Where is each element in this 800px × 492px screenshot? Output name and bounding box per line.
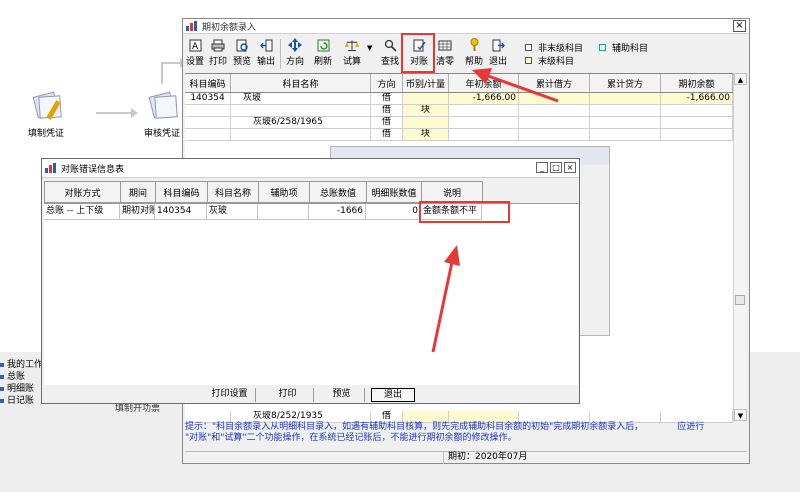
flow-line-up [161, 62, 163, 84]
clear-icon [438, 38, 452, 52]
preview-button[interactable]: 预览 [319, 388, 365, 402]
maximize-icon[interactable]: □ [550, 162, 562, 173]
legend-non-leaf: 非末级科目 [525, 41, 583, 54]
note-highlight [419, 201, 510, 223]
side-links: 我的工作 总账 明细账 日记账 [0, 359, 43, 407]
bullet-icon [0, 362, 4, 367]
clear-button[interactable]: 清零 [434, 38, 456, 67]
close-icon[interactable]: × [733, 20, 746, 32]
flow-arrow-right [96, 108, 138, 118]
table-row[interactable]: 140354 灰玻 借 -1,666.00 -1,666.00 [185, 93, 733, 105]
legend-leaf: 末级科目 [525, 54, 574, 67]
settings-icon: A [188, 38, 202, 52]
bullet-icon [0, 398, 4, 403]
dialog-title: 对账错误信息表 [61, 164, 125, 175]
refresh-icon [316, 38, 330, 52]
error-table-header: 对账方式 期间 科目编码 科目名称 辅助项 总账数值 明细账数值 说明 [44, 181, 483, 203]
legend-auxiliary: 辅助科目 [599, 41, 648, 54]
col-header[interactable]: 说明 [421, 181, 483, 203]
col-header[interactable]: 科目名称 [207, 181, 259, 203]
dialog-titlebar[interactable]: 对账错误信息表 _ □ × [42, 159, 579, 178]
legend-swatch [599, 44, 606, 51]
app-bar-chart-icon [186, 21, 198, 31]
legend-swatch [525, 57, 532, 64]
voucher-review-label: 审核凭证 [144, 129, 181, 139]
reconcile-highlight [401, 33, 435, 73]
bullet-icon [0, 374, 4, 379]
trial-balance-button[interactable]: 试算 [341, 38, 363, 67]
balance-table-header: 科目编码 科目名称 方向 币别/计量 年初余额 累计借方 累计贷方 期初余额 [185, 73, 733, 93]
voucher-entry-label: 填制凭证 [28, 129, 65, 139]
col-header[interactable]: 期初余额 [661, 74, 733, 92]
scroll-thumb[interactable] [735, 295, 745, 305]
table-row[interactable]: 借 块 [185, 105, 733, 117]
error-table-body: 总账 -- 上下级 期初对账 140354 灰玻 -1666 0 金额条额不平 [44, 203, 578, 385]
col-header[interactable]: 科目名称 [231, 74, 371, 92]
exit-icon [491, 38, 505, 52]
side-link[interactable]: 明细账 [0, 383, 43, 395]
col-header[interactable]: 币别/计量 [403, 74, 449, 92]
find-button[interactable]: 查找 [379, 38, 401, 67]
hint-text: 提示："科目余额录入从明细科目录入，如遇有辅助科目核算，则先完成辅助科目余额的初… [185, 422, 705, 443]
table-row[interactable]: 借 块 [185, 129, 733, 141]
direction-icon [288, 38, 302, 52]
col-header[interactable]: 科目编码 [155, 181, 208, 203]
help-icon [467, 38, 481, 52]
status-period: 期初：2020年07月 [443, 452, 747, 464]
table-row[interactable]: 灰玻6/258/1965 借 [185, 117, 733, 129]
minimize-icon[interactable]: _ [536, 162, 548, 173]
legend-swatch [525, 44, 532, 51]
voucher-entry-shortcut[interactable]: 填制凭证 [28, 91, 65, 139]
col-header[interactable]: 科目编码 [185, 74, 231, 92]
refresh-button[interactable]: 刷新 [312, 38, 334, 67]
status-bar: 期初：2020年07月 [185, 451, 747, 464]
table-row[interactable]: 总账 -- 上下级 期初对账 140354 灰玻 -1666 0 金额条额不平 [44, 204, 482, 220]
col-header[interactable]: 期间 [120, 181, 156, 203]
col-header[interactable]: 辅助项 [258, 181, 310, 203]
col-header[interactable]: 总账数值 [309, 181, 367, 203]
printer-icon [211, 38, 225, 52]
col-header[interactable]: 累计借方 [519, 74, 590, 92]
side-link[interactable]: 我的工作 [0, 359, 43, 371]
balance-scale-icon [345, 38, 359, 52]
side-link[interactable]: 日记账 [0, 395, 43, 407]
exit-button[interactable]: 退出 [371, 388, 415, 402]
direction-button[interactable]: 方向 [284, 38, 306, 67]
col-header[interactable]: 对账方式 [44, 181, 121, 203]
col-header[interactable]: 明细账数值 [366, 181, 422, 203]
scroll-down-icon[interactable]: ▼ [734, 409, 747, 421]
find-icon [383, 38, 397, 52]
preview-icon [235, 38, 249, 52]
vertical-scrollbar[interactable]: ▲ ▼ [733, 73, 747, 421]
exit-button[interactable]: 退出 [487, 38, 509, 67]
window-titlebar[interactable]: 期初余额录入 × [183, 19, 749, 34]
flow-arrow-to-window [161, 58, 187, 68]
col-header[interactable]: 方向 [371, 74, 403, 92]
svg-text:A: A [192, 42, 199, 52]
app-bar-chart-icon [45, 163, 57, 173]
col-header[interactable]: 年初余额 [449, 74, 519, 92]
export-icon [259, 38, 273, 52]
bullet-icon [0, 386, 4, 391]
export-button[interactable]: 输出 [255, 38, 277, 67]
voucher-icon [29, 91, 63, 120]
scroll-up-icon[interactable]: ▲ [734, 73, 747, 85]
trial-dropdown-icon[interactable]: ▼ [367, 44, 372, 52]
dialog-footer: 打印设置 打印 预览 退出 [42, 386, 579, 403]
close-icon[interactable]: × [564, 162, 576, 173]
reconcile-error-dialog: 对账错误信息表 _ □ × 对账方式 期间 科目编码 科目名称 辅助项 总账数值… [41, 158, 580, 404]
print-setup-button[interactable]: 打印设置 [204, 388, 256, 402]
preview-button[interactable]: 预览 [231, 38, 253, 67]
voucher-review-shortcut[interactable]: 审核凭证 [144, 91, 181, 139]
help-button[interactable]: 帮助 [463, 38, 485, 67]
print-button[interactable]: 打印 [262, 388, 314, 402]
print-button[interactable]: 打印 [207, 38, 229, 67]
col-header[interactable]: 累计贷方 [590, 74, 661, 92]
window-title: 期初余额录入 [202, 22, 257, 33]
review-icon [145, 91, 179, 120]
side-link[interactable]: 总账 [0, 371, 43, 383]
